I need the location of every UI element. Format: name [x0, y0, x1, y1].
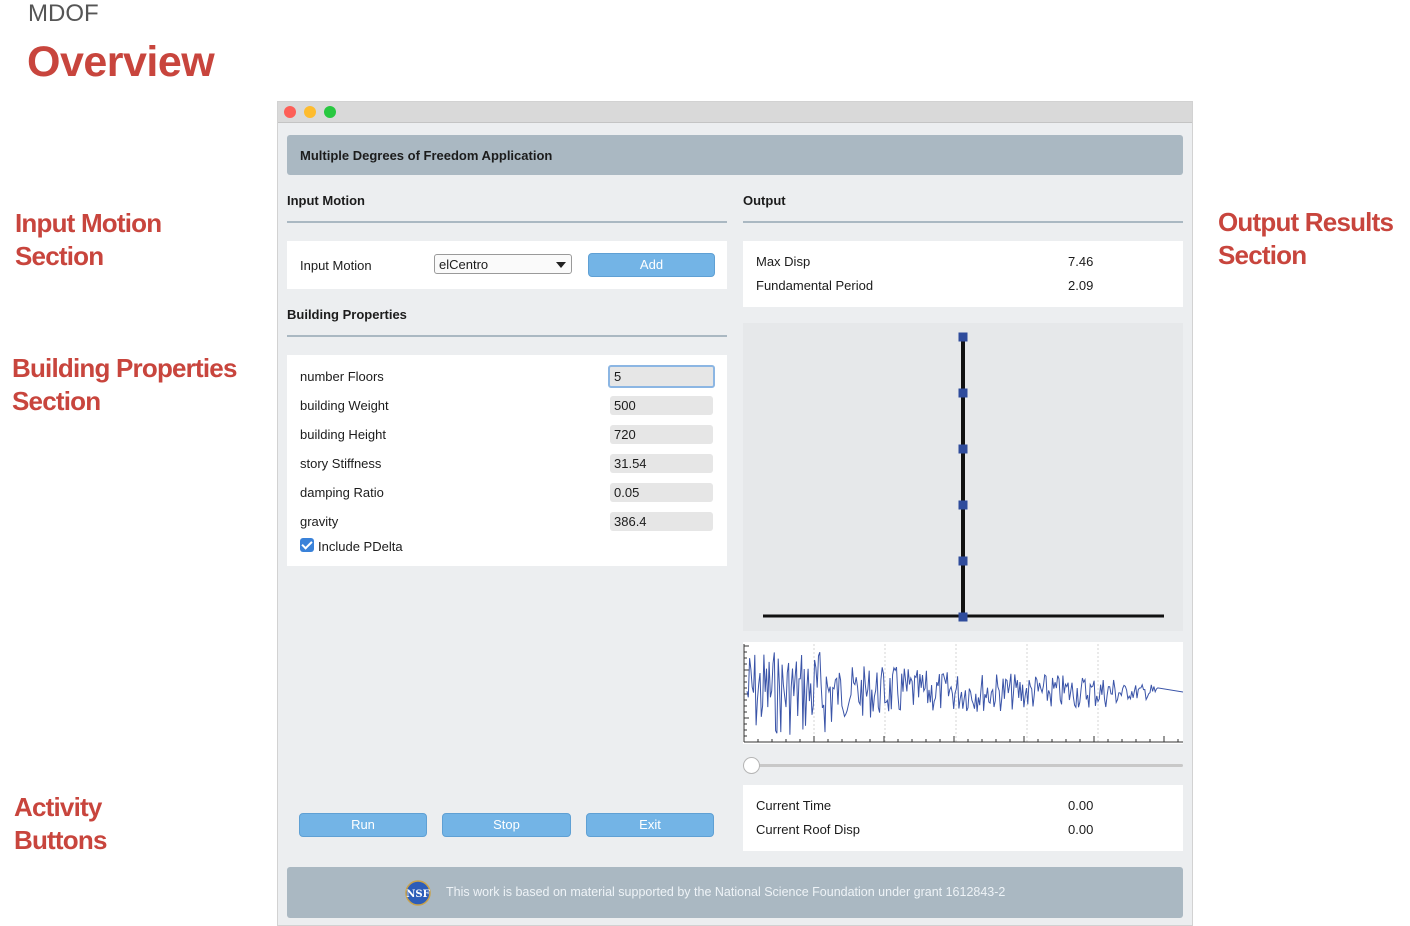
- annotation-output-results: Output Results Section: [1218, 206, 1394, 272]
- current-roof-disp-value: 0.00: [1068, 822, 1094, 837]
- current-time-label: Current Time: [756, 798, 832, 813]
- include-pdelta-label: Include PDelta: [318, 539, 403, 554]
- current-time-value: 0.00: [1068, 798, 1094, 813]
- app-header-title: Multiple Degrees of Freedom Application: [300, 148, 553, 163]
- stop-button[interactable]: Stop: [442, 813, 571, 837]
- annotation-activity-buttons: Activity Buttons: [14, 791, 107, 857]
- add-motion-button[interactable]: Add: [588, 253, 715, 277]
- mdof-label: MDOF: [28, 0, 99, 27]
- property-row: story Stiffness 31.54: [287, 454, 727, 474]
- annotation-line: Section: [15, 241, 104, 271]
- max-disp-label: Max Disp: [756, 254, 811, 269]
- nsf-logo-icon: NSF: [405, 880, 431, 906]
- floor-node: [958, 444, 968, 454]
- section-divider: [287, 335, 727, 337]
- annotation-line: Input Motion: [15, 208, 162, 238]
- property-label: damping Ratio: [300, 485, 384, 500]
- footer-text: This work is based on material supported…: [446, 885, 1006, 899]
- window-titlebar: [278, 102, 1192, 123]
- run-button[interactable]: Run: [299, 813, 427, 837]
- property-row: gravity 386.4: [287, 512, 727, 532]
- property-label: building Weight: [300, 398, 389, 413]
- current-roof-disp-label: Current Roof Disp: [756, 822, 861, 837]
- exit-button[interactable]: Exit: [586, 813, 714, 837]
- svg-text:NSF: NSF: [406, 889, 429, 900]
- page-title: Overview: [27, 38, 215, 86]
- property-row: number Floors 5: [287, 365, 727, 388]
- annotation-building-properties: Building Properties Section: [12, 352, 237, 418]
- annotation-line: Buttons: [14, 825, 107, 855]
- property-label: story Stiffness: [300, 456, 382, 471]
- field-value: 720: [614, 427, 636, 442]
- gravity-input[interactable]: 386.4: [610, 512, 713, 531]
- slider-track: [743, 764, 1183, 767]
- section-divider: [743, 221, 1183, 223]
- maximize-window-button[interactable]: [324, 106, 336, 118]
- max-disp-value: 7.46: [1068, 254, 1094, 269]
- section-divider: [287, 221, 727, 223]
- floor-node: [958, 500, 968, 510]
- field-value: 500: [614, 398, 636, 413]
- chevron-down-icon: [556, 262, 566, 268]
- building-shape-svg: [763, 332, 1164, 622]
- output-results-panel: Max Disp 7.46 Fundamental Period 2.09: [743, 241, 1183, 307]
- annotation-line: Section: [1218, 240, 1307, 270]
- close-window-button[interactable]: [284, 106, 296, 118]
- building-weight-input[interactable]: 500: [610, 396, 713, 415]
- annotation-input-motion: Input Motion Section: [15, 207, 162, 273]
- annotation-line: Section: [12, 386, 101, 416]
- input-motion-selected-value: elCentro: [439, 257, 489, 272]
- annotation-line: Building Properties: [12, 353, 237, 383]
- property-label: number Floors: [300, 369, 384, 384]
- floor-node: [958, 612, 968, 622]
- building-height-input[interactable]: 720: [610, 425, 713, 444]
- input-motion-section-title: Input Motion: [287, 193, 365, 208]
- building-properties-section-title: Building Properties: [287, 307, 407, 322]
- field-value: 386.4: [614, 514, 647, 529]
- annotation-line: Output Results: [1218, 207, 1394, 237]
- property-row: building Weight 500: [287, 396, 727, 416]
- property-label: building Height: [300, 427, 387, 442]
- output-section-title: Output: [743, 193, 786, 208]
- floor-node: [958, 556, 968, 566]
- slider-handle[interactable]: [743, 757, 760, 774]
- property-label: gravity: [300, 514, 339, 529]
- field-value: 5: [614, 369, 622, 384]
- input-motion-panel: Input Motion elCentro Add: [287, 241, 727, 289]
- property-row: building Height 720: [287, 425, 727, 445]
- story-stiffness-input[interactable]: 31.54: [610, 454, 713, 473]
- input-motion-label: Input Motion: [300, 258, 372, 273]
- annotation-line: Activity: [14, 792, 102, 822]
- field-value: 0.05: [614, 485, 640, 500]
- minimize-window-button[interactable]: [304, 106, 316, 118]
- app-window: Multiple Degrees of Freedom Application …: [277, 101, 1193, 926]
- fundamental-period-value: 2.09: [1068, 278, 1094, 293]
- plot-grid: [813, 644, 1099, 742]
- include-pdelta-checkbox[interactable]: [300, 538, 314, 552]
- ground-motion-plot: [743, 642, 1183, 744]
- number-floors-input[interactable]: 5: [608, 365, 715, 388]
- fundamental-period-label: Fundamental Period: [756, 278, 874, 293]
- ground-motion-svg: [743, 644, 1183, 743]
- floor-node: [958, 388, 968, 398]
- footer-banner: NSF This work is based on material suppo…: [287, 867, 1183, 918]
- ground-motion-trace: [746, 652, 1183, 735]
- property-row: damping Ratio 0.05: [287, 483, 727, 503]
- input-motion-select[interactable]: elCentro: [434, 254, 572, 274]
- time-slider[interactable]: [743, 756, 1183, 776]
- damping-ratio-input[interactable]: 0.05: [610, 483, 713, 502]
- building-properties-panel: number Floors 5 building Weight 500 buil…: [287, 355, 727, 566]
- building-animation-view: [743, 323, 1183, 631]
- floor-node: [958, 332, 968, 342]
- app-header: Multiple Degrees of Freedom Application: [287, 135, 1183, 175]
- current-values-panel: Current Time 0.00 Current Roof Disp 0.00: [743, 785, 1183, 851]
- field-value: 31.54: [614, 456, 647, 471]
